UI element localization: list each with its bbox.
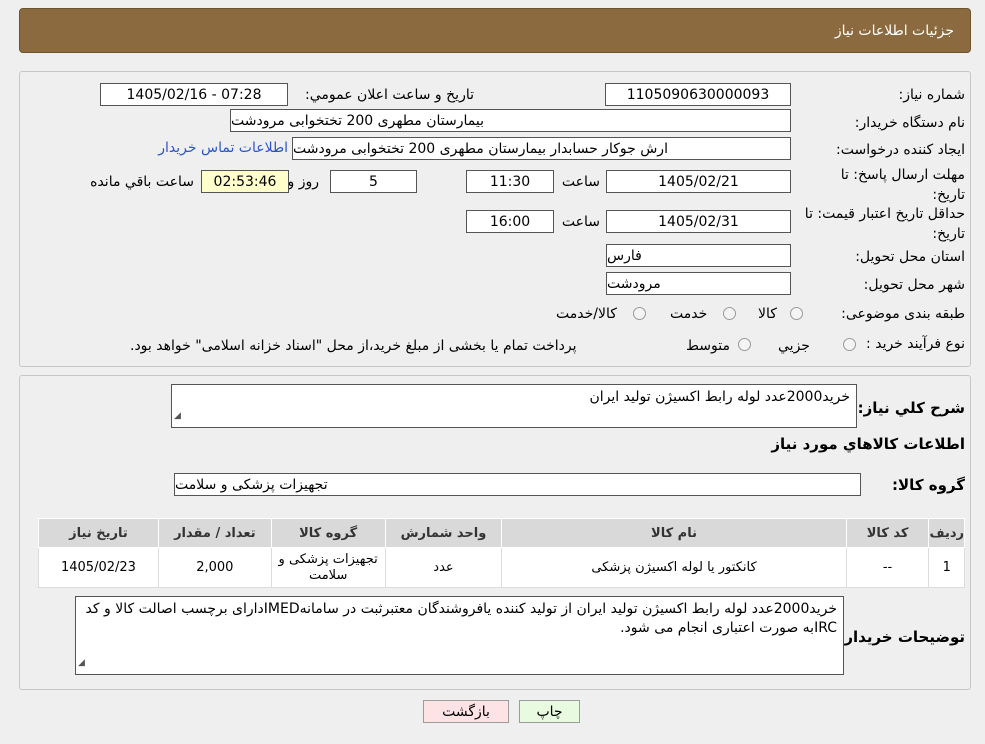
col-group: گروه کالا [270,518,386,548]
print-button[interactable]: چاپ [519,700,580,723]
col-row: ردیف [928,518,965,548]
need-number-label: شماره نیاز: [898,87,966,103]
cell-group: تجهیزات پزشکی و سلامت [270,547,386,588]
process-type-label: نوع فرآیند خرید : [866,336,965,352]
buyer-org-label: نام دستگاه خریدار: [854,115,965,131]
buyer-notes-textarea[interactable]: خرید2000عدد لوله رابط اکسیژن تولید ایران… [75,596,844,675]
buyer-contact-link[interactable]: اطلاعات تماس خریدار [158,140,288,156]
buyer-org-field: بیمارستان مطهری 200 تختخوابی مرودشت [230,109,791,132]
need-number-field: 1105090630000093 [605,83,791,106]
reply-deadline-label: مهلت ارسال پاسخ: تا تاریخ: [840,167,965,203]
back-button[interactable]: بازگشت [423,700,509,723]
resize-grip-icon[interactable]: ◢ [78,654,85,673]
remaining-time-field: 02:53:46 [201,170,289,193]
remaining-label: ساعت باقي مانده [90,174,194,190]
days-and-label: روز و [287,174,320,190]
page-header: جزئیات اطلاعات نیاز [19,8,971,53]
reply-days-field: 5 [330,170,417,193]
announce-datetime-label: تاریخ و ساعت اعلان عمومي: [305,87,474,103]
price-time-label: ساعت [561,214,600,230]
goods-table-header: ردیف کد کالا نام کالا واحد شمارش گروه کا… [38,518,965,548]
col-code: کد کالا [845,518,930,548]
goods-table: ردیف کد کالا نام کالا واحد شمارش گروه کا… [38,518,965,588]
cell-quantity: 2,000 [157,547,272,588]
col-need-date: تاریخ نیاز [38,518,159,548]
price-time-field: 16:00 [466,210,554,233]
page-title: جزئیات اطلاعات نیاز [834,23,954,39]
price-date-field: 1405/02/31 [606,210,791,233]
reply-date-field: 1405/02/21 [606,170,791,193]
category-goods-service-label: کالا/خدمت [556,306,617,322]
category-service-radio[interactable] [723,307,736,320]
cell-row: 1 [928,547,965,588]
category-goods-radio[interactable] [790,307,803,320]
col-quantity: تعداد / مقدار [157,518,272,548]
province-field: فارس [606,244,791,267]
city-label: شهر محل تحویل: [863,277,965,293]
cell-unit: عدد [384,547,503,588]
table-row: 1 -- کانکتور یا لوله اکسیژن پزشکی عدد تج… [38,547,965,588]
col-name: نام کالا [501,518,847,548]
description-textarea[interactable]: خرید2000عدد لوله رابط اکسیژن تولید ایران… [171,384,857,428]
category-goods-service-radio[interactable] [633,307,646,320]
process-partial-label: جزیي [778,338,810,354]
announce-datetime-field: 1405/02/16 - 07:28 [100,83,288,106]
reply-time-label: ساعت [561,174,600,190]
cell-name: کانکتور یا لوله اکسیژن پزشکی [501,547,847,588]
buyer-notes-label: توضیحات خریدار: [838,628,965,646]
city-field: مرودشت [606,272,791,295]
province-label: استان محل تحویل: [855,249,965,265]
process-medium-radio[interactable] [738,338,751,351]
resize-grip-icon[interactable]: ◢ [174,407,181,426]
process-payment-note: پرداخت تمام یا بخشی از مبلغ خرید،از محل … [130,338,577,354]
category-service-label: خدمت [670,306,708,322]
process-partial-radio[interactable] [843,338,856,351]
reply-time-field: 11:30 [466,170,554,193]
requester-label: ایجاد کننده درخواست: [836,142,965,158]
goods-group-field: تجهیزات پزشکی و سلامت [174,473,861,496]
category-label: طبقه بندی موضوعی: [841,306,965,322]
description-label: شرح کلي نیاز: [857,399,965,417]
requester-field: ارش جوکار حسابدار بیمارستان مطهری 200 تخ… [292,137,791,160]
price-validity-label: حداقل تاریخ اعتبار قیمت: تا تاریخ: [804,206,965,242]
cell-need-date: 1405/02/23 [38,547,159,588]
goods-group-label: گروه کالا: [892,476,965,494]
category-goods-label: کالا [758,306,777,322]
col-unit: واحد شمارش [384,518,503,548]
process-medium-label: متوسط [686,338,730,354]
goods-info-heading: اطلاعات کالاهاي مورد نیاز [771,435,965,453]
cell-code: -- [845,547,930,588]
